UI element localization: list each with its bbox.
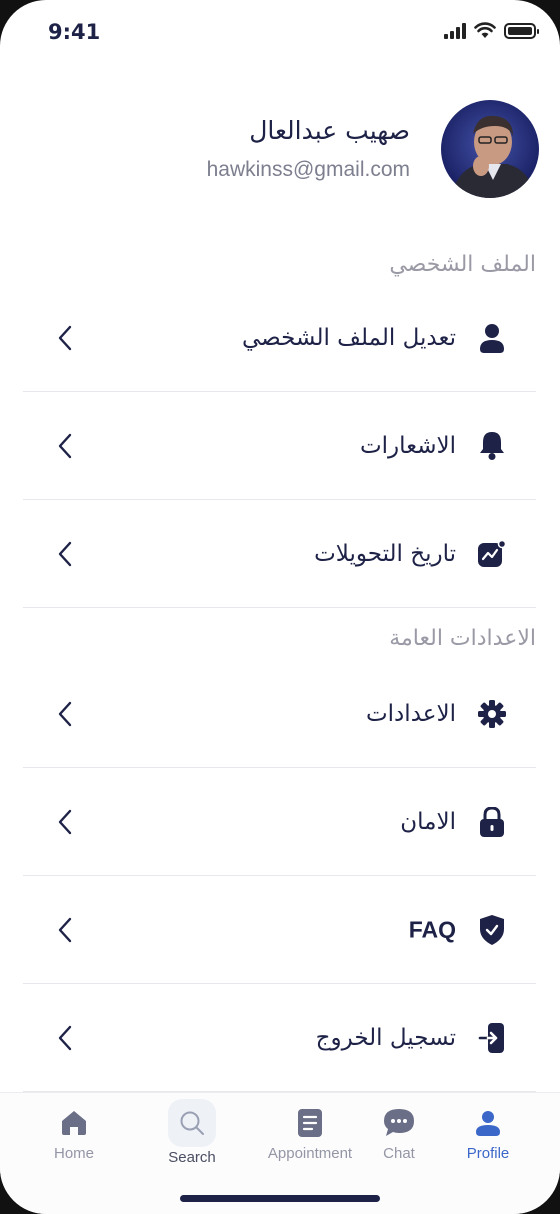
chat-icon: [379, 1103, 419, 1143]
document-icon: [290, 1103, 330, 1143]
shield-check-icon: [478, 915, 506, 945]
battery-icon: [504, 22, 539, 39]
menu-item-label: FAQ: [408, 916, 456, 943]
avatar-photo: [451, 115, 535, 198]
user-name: صهيب عبدالعال: [249, 116, 410, 145]
menu-item-faq[interactable]: FAQ: [23, 876, 536, 984]
bell-icon: [478, 432, 506, 460]
menu-item-settings[interactable]: الاعدادات: [23, 660, 536, 768]
chevron-left-icon: [58, 1025, 72, 1051]
chevron-left-icon: [58, 701, 72, 727]
menu-item-security[interactable]: الامان: [23, 768, 536, 876]
menu-item-label: تاريخ التحويلات: [314, 541, 456, 567]
tab-profile[interactable]: Profile: [433, 1093, 543, 1183]
menu-item-transactions[interactable]: تاريخ التحويلات: [23, 500, 536, 608]
phone-screen: 9:41 صهيب عبدالعال hawkinss@gmail.com ال…: [0, 0, 560, 1214]
tab-label: Profile: [466, 1145, 510, 1162]
chevron-left-icon: [58, 325, 72, 351]
chevron-left-icon: [58, 433, 72, 459]
chevron-left-icon: [58, 917, 72, 943]
profile-icon: [468, 1103, 508, 1143]
home-indicator: [180, 1195, 380, 1202]
divider: [23, 607, 536, 608]
user-email: hawkinss@gmail.com: [206, 158, 410, 181]
lock-icon: [478, 807, 506, 837]
tab-label: Search: [168, 1149, 216, 1166]
logout-icon: [478, 1023, 506, 1053]
menu-item-label: الاشعارات: [359, 433, 456, 459]
status-time: 9:41: [48, 20, 101, 44]
chevron-left-icon: [58, 541, 72, 567]
tab-label: Home: [53, 1145, 94, 1162]
chevron-left-icon: [58, 809, 72, 835]
cellular-signal-icon: [444, 22, 466, 39]
bottom-tab-bar: Home Search Appointment Chat Profile: [0, 1092, 560, 1214]
chart-activity-icon: [478, 540, 506, 568]
home-icon: [54, 1103, 94, 1143]
menu-item-label: الامان: [400, 809, 456, 835]
search-icon: [168, 1099, 216, 1147]
tab-home[interactable]: Home: [19, 1093, 129, 1183]
avatar[interactable]: [441, 100, 539, 198]
tab-search[interactable]: Search: [137, 1093, 247, 1183]
menu-item-logout[interactable]: تسجيل الخروج: [23, 984, 536, 1092]
gear-icon: [478, 700, 506, 728]
section-title-personal: الملف الشخصي: [389, 252, 536, 277]
user-icon: [478, 324, 506, 353]
wifi-icon: [474, 22, 496, 38]
menu-item-notifications[interactable]: الاشعارات: [23, 392, 536, 500]
section-title-general: الاعدادات العامة: [389, 626, 536, 651]
menu-item-label: تسجيل الخروج: [315, 1025, 456, 1051]
menu-item-label: الاعدادات: [366, 701, 456, 727]
menu-item-label: تعديل الملف الشخصي: [241, 325, 456, 351]
menu-item-edit-profile[interactable]: تعديل الملف الشخصي: [23, 284, 536, 392]
status-icons: [444, 22, 539, 39]
